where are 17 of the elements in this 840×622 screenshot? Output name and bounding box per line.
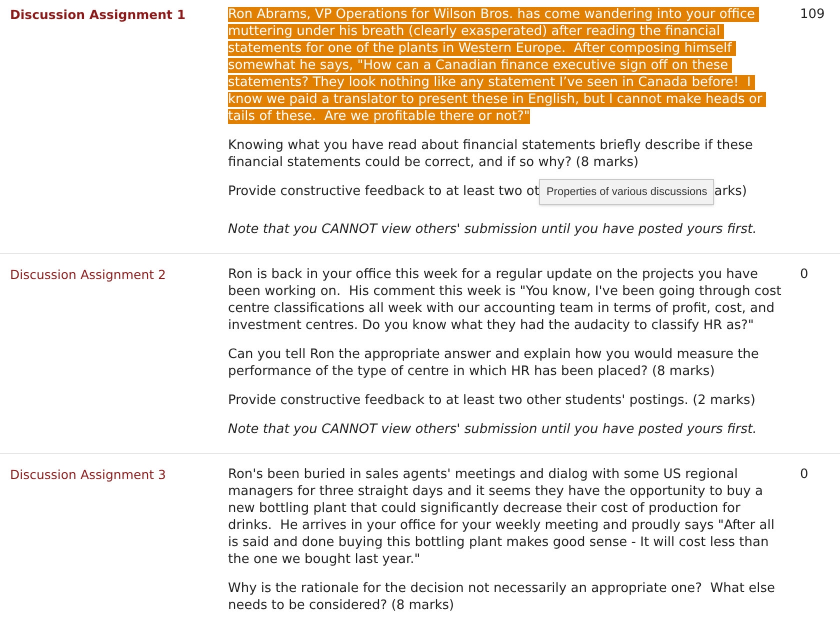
description-text: Ron's been buried in sales agents' meetings and dialog with some US regional managers for three straight days and it seems they have the opportunity to buy a new bottling plant that could significantly decrease their cost of production for drinks. He arrives in your office for your weekly meeting and proudly says "After all is said and done buying this bottling plant makes good sense - It will cost less than the one we bought last year." <box>228 466 776 568</box>
description-text: Can you tell Ron the appropriate answer and explain how you would measure the performance of the type of centre in which HR has been placed? (8 marks) <box>228 346 760 380</box>
description-text: arks) <box>714 183 747 200</box>
note-text: Note that you CANNOT view others' submission until you have posted yours first. <box>228 221 758 238</box>
tooltip: Properties of various discussions <box>539 179 714 205</box>
discussion-link[interactable]: Discussion Assignment 3 <box>10 467 166 482</box>
description-text: Why is the rationale for the decision not necessarily an appropriate one? What else needs to be considered? (8 marks) <box>228 580 776 614</box>
description-text: Knowing what you have read about financial statements briefly describe if these financial statements could be correct, and if so why? (8 marks) <box>228 137 754 171</box>
discussion-link[interactable]: Discussion Assignment 2 <box>10 267 166 282</box>
note-text: Note that you CANNOT view others' submission until you have posted yours first. <box>228 421 758 438</box>
post-count: 0 <box>800 267 808 282</box>
description-text: Provide constructive feedback to at least two ot <box>228 183 540 200</box>
description-text: Provide constructive feedback to at least two other students' postings. (2 marks) <box>228 392 756 409</box>
discussion-link[interactable]: Discussion Assignment 1 <box>10 7 186 22</box>
post-count: 109 <box>800 7 825 22</box>
post-count: 0 <box>800 467 808 482</box>
description-text: Ron is back in your office this week for a regular update on the projects you have been working on. His comment this week is "You know, I've been going through cost centre classifications all week with our accounting team in terms of profit, cost, and investment centres. Do you know what they had the audacity to classify HR as?" <box>228 266 782 334</box>
